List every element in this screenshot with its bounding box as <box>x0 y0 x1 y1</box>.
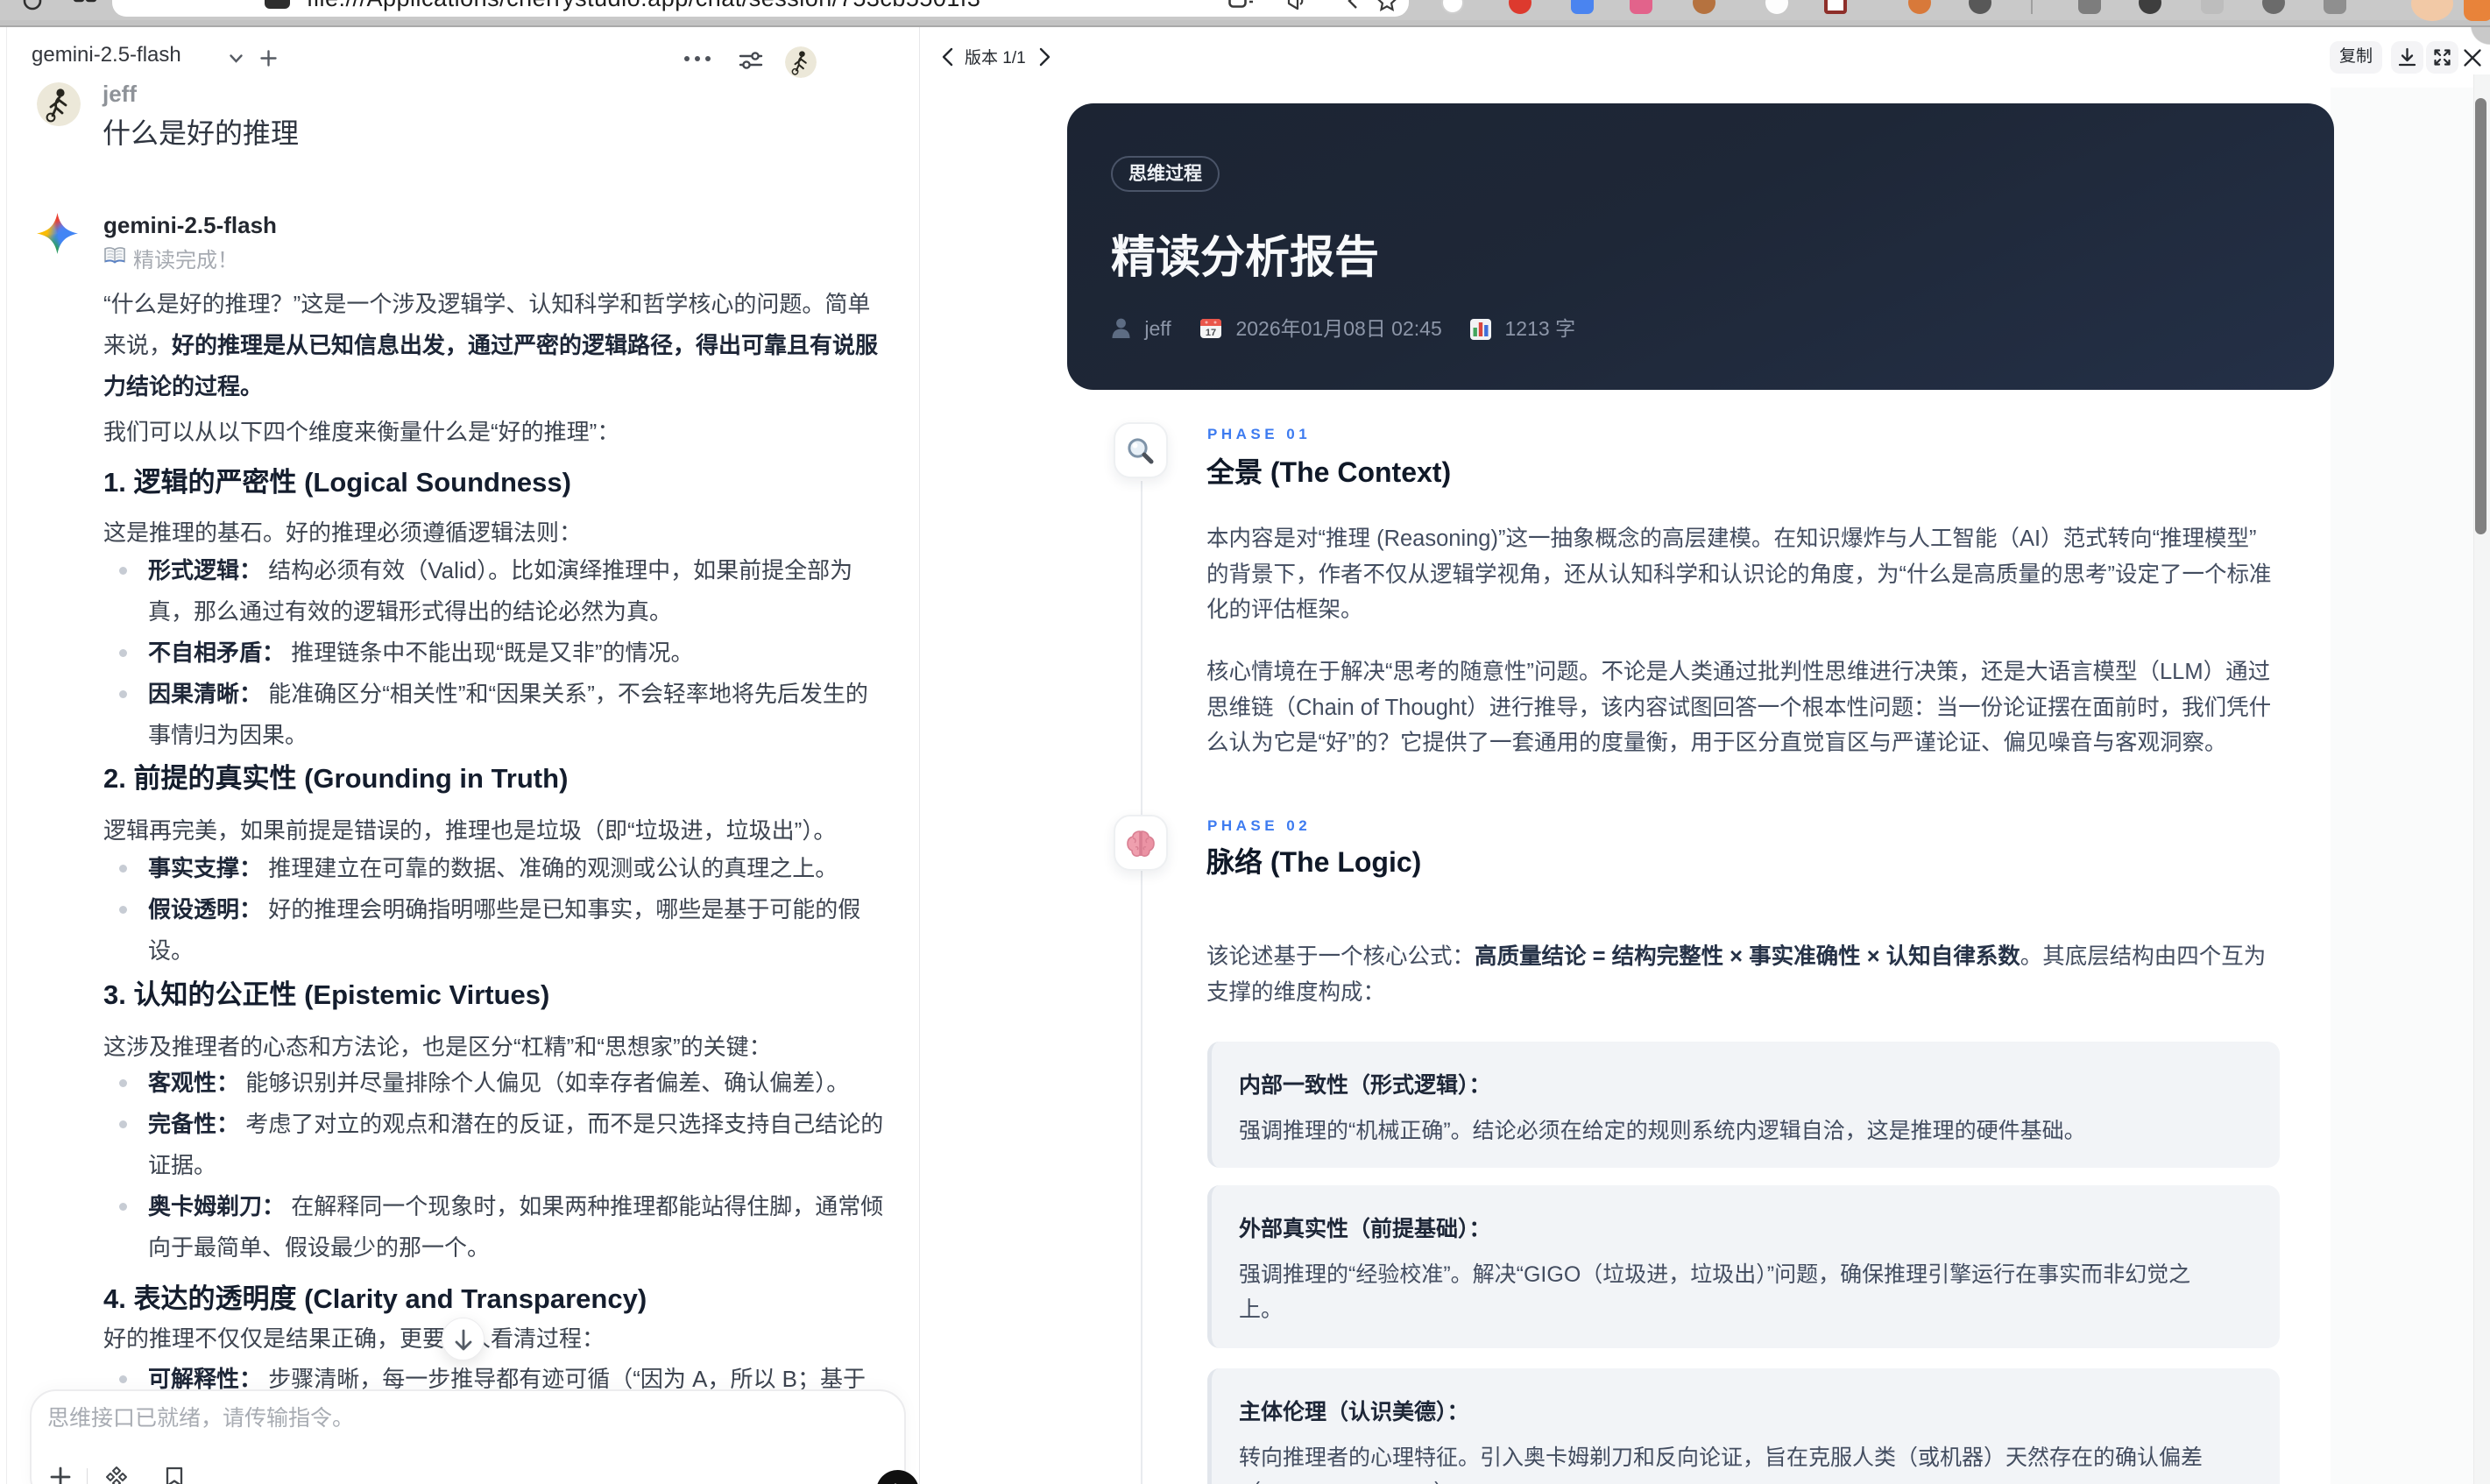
svg-text:17: 17 <box>1206 328 1216 338</box>
